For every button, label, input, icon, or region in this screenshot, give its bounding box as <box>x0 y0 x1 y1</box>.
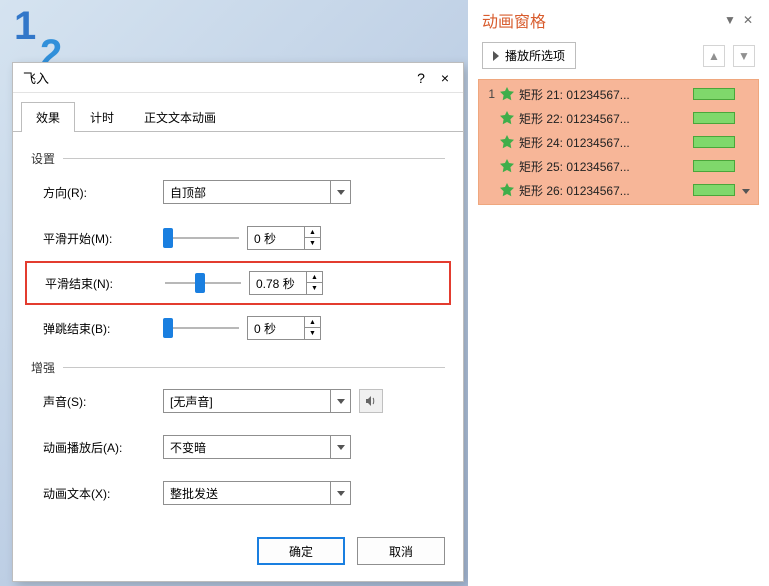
anim-timing-bar <box>693 136 735 148</box>
tab-effect[interactable]: 效果 <box>21 102 75 132</box>
after-anim-value: 不变暗 <box>164 439 330 456</box>
animation-item[interactable]: 1 矩形 21: 01234567... <box>481 82 756 106</box>
flyin-effect-dialog: 飞入 ? × 效果 计时 正文文本动画 设置 方向(R): 自顶部 平滑开始(M… <box>12 62 464 582</box>
slider-thumb[interactable] <box>163 318 173 338</box>
pane-title: 动画窗格 <box>482 8 721 32</box>
direction-value: 自顶部 <box>164 184 330 201</box>
anim-dropdown[interactable] <box>740 183 752 197</box>
row-sound: 声音(S): [无声音] <box>31 378 445 424</box>
move-down-button[interactable]: ▼ <box>733 45 755 67</box>
help-button[interactable]: ? <box>409 70 433 86</box>
slider-thumb[interactable] <box>195 273 205 293</box>
anim-text-select[interactable]: 整批发送 <box>163 481 351 505</box>
anim-index: 1 <box>485 87 495 101</box>
spinner-up[interactable]: ▲ <box>305 317 320 328</box>
chevron-down-icon[interactable] <box>330 436 350 458</box>
spinner-down[interactable]: ▼ <box>305 328 320 339</box>
anim-timing-bar <box>693 88 735 100</box>
dialog-titlebar: 飞入 ? × <box>13 63 463 93</box>
sound-label: 声音(S): <box>43 393 163 410</box>
anim-label: 矩形 21: 01234567... <box>519 86 688 103</box>
row-smooth-start: 平滑开始(M): 0 秒 ▲ ▼ <box>31 215 445 261</box>
bounce-end-label: 弹跳结束(B): <box>43 320 163 337</box>
animation-item[interactable]: 矩形 24: 01234567... <box>481 130 756 154</box>
pane-close-button[interactable]: ✕ <box>739 13 757 27</box>
star-icon <box>500 135 514 149</box>
anim-label: 矩形 25: 01234567... <box>519 158 688 175</box>
group-enhance-label: 增强 <box>31 359 55 376</box>
chevron-down-icon[interactable] <box>330 181 350 203</box>
play-icon <box>493 51 499 61</box>
sound-select[interactable]: [无声音] <box>163 389 351 413</box>
smooth-end-label: 平滑结束(N): <box>45 275 165 292</box>
chevron-down-icon[interactable] <box>330 390 350 412</box>
move-up-button[interactable]: ▲ <box>703 45 725 67</box>
anim-timing-bar <box>693 160 735 172</box>
group-settings-label: 设置 <box>31 150 55 167</box>
row-bounce-end: 弹跳结束(B): 0 秒 ▲ ▼ <box>31 305 445 351</box>
direction-select[interactable]: 自顶部 <box>163 180 351 204</box>
anim-text-label: 动画文本(X): <box>43 485 163 502</box>
row-after-anim: 动画播放后(A): 不变暗 <box>31 424 445 470</box>
dialog-title: 飞入 <box>23 68 409 87</box>
play-selected-button[interactable]: 播放所选项 <box>482 42 576 69</box>
dialog-tabs: 效果 计时 正文文本动画 <box>13 93 463 132</box>
after-anim-label: 动画播放后(A): <box>43 439 163 456</box>
close-button[interactable]: × <box>433 70 457 86</box>
sound-preview-button[interactable] <box>359 389 383 413</box>
animation-item[interactable]: 矩形 22: 01234567... <box>481 106 756 130</box>
smooth-start-label: 平滑开始(M): <box>43 230 163 247</box>
row-direction: 方向(R): 自顶部 <box>31 169 445 215</box>
anim-timing-bar <box>693 184 735 196</box>
animation-item[interactable]: 矩形 26: 01234567... <box>481 178 756 202</box>
star-icon <box>500 111 514 125</box>
tab-timing[interactable]: 计时 <box>75 102 129 132</box>
star-icon <box>500 87 514 101</box>
cancel-button[interactable]: 取消 <box>357 537 445 565</box>
spinner-up[interactable]: ▲ <box>305 227 320 238</box>
ok-button[interactable]: 确定 <box>257 537 345 565</box>
bounce-end-spinner[interactable]: 0 秒 ▲ ▼ <box>247 316 321 340</box>
smooth-start-value: 0 秒 <box>248 230 304 247</box>
anim-text-value: 整批发送 <box>164 485 330 502</box>
pane-dropdown-button[interactable]: ▼ <box>721 13 739 27</box>
group-enhance: 增强 <box>31 359 445 376</box>
slider-thumb[interactable] <box>163 228 173 248</box>
smooth-start-slider[interactable] <box>163 228 239 248</box>
star-icon <box>500 159 514 173</box>
play-label: 播放所选项 <box>505 47 565 64</box>
chevron-down-icon[interactable] <box>330 482 350 504</box>
row-anim-text: 动画文本(X): 整批发送 <box>31 470 445 516</box>
bounce-end-slider[interactable] <box>163 318 239 338</box>
speaker-icon <box>364 394 378 408</box>
animation-list: 1 矩形 21: 01234567... 矩形 22: 01234567... 矩形 … <box>478 79 759 205</box>
anim-label: 矩形 24: 01234567... <box>519 134 688 151</box>
spinner-up[interactable]: ▲ <box>307 272 322 283</box>
dialog-footer: 确定 取消 <box>13 525 463 581</box>
tab-text-anim[interactable]: 正文文本动画 <box>129 102 231 132</box>
spinner-down[interactable]: ▼ <box>307 283 322 294</box>
anim-label: 矩形 22: 01234567... <box>519 110 688 127</box>
direction-label: 方向(R): <box>43 184 163 201</box>
smooth-start-spinner[interactable]: 0 秒 ▲ ▼ <box>247 226 321 250</box>
star-icon <box>500 183 514 197</box>
slide-number-bg: 1 <box>14 4 36 49</box>
smooth-end-value: 0.78 秒 <box>250 275 306 292</box>
smooth-end-spinner[interactable]: 0.78 秒 ▲ ▼ <box>249 271 323 295</box>
bounce-end-value: 0 秒 <box>248 320 304 337</box>
smooth-end-slider[interactable] <box>165 273 241 293</box>
anim-timing-bar <box>693 112 735 124</box>
after-anim-select[interactable]: 不变暗 <box>163 435 351 459</box>
anim-label: 矩形 26: 01234567... <box>519 182 688 199</box>
sound-value: [无声音] <box>164 393 330 410</box>
animation-item[interactable]: 矩形 25: 01234567... <box>481 154 756 178</box>
row-letter-delay: ▲ ▼ % 字母之间延迟(D) <box>31 516 445 525</box>
group-settings: 设置 <box>31 150 445 167</box>
animation-pane: 动画窗格 ▼ ✕ 播放所选项 ▲ ▼ 1 矩形 21: 01234567... 矩形… <box>468 0 769 586</box>
spinner-down[interactable]: ▼ <box>305 238 320 249</box>
row-smooth-end: 平滑结束(N): 0.78 秒 ▲ ▼ <box>25 261 451 305</box>
